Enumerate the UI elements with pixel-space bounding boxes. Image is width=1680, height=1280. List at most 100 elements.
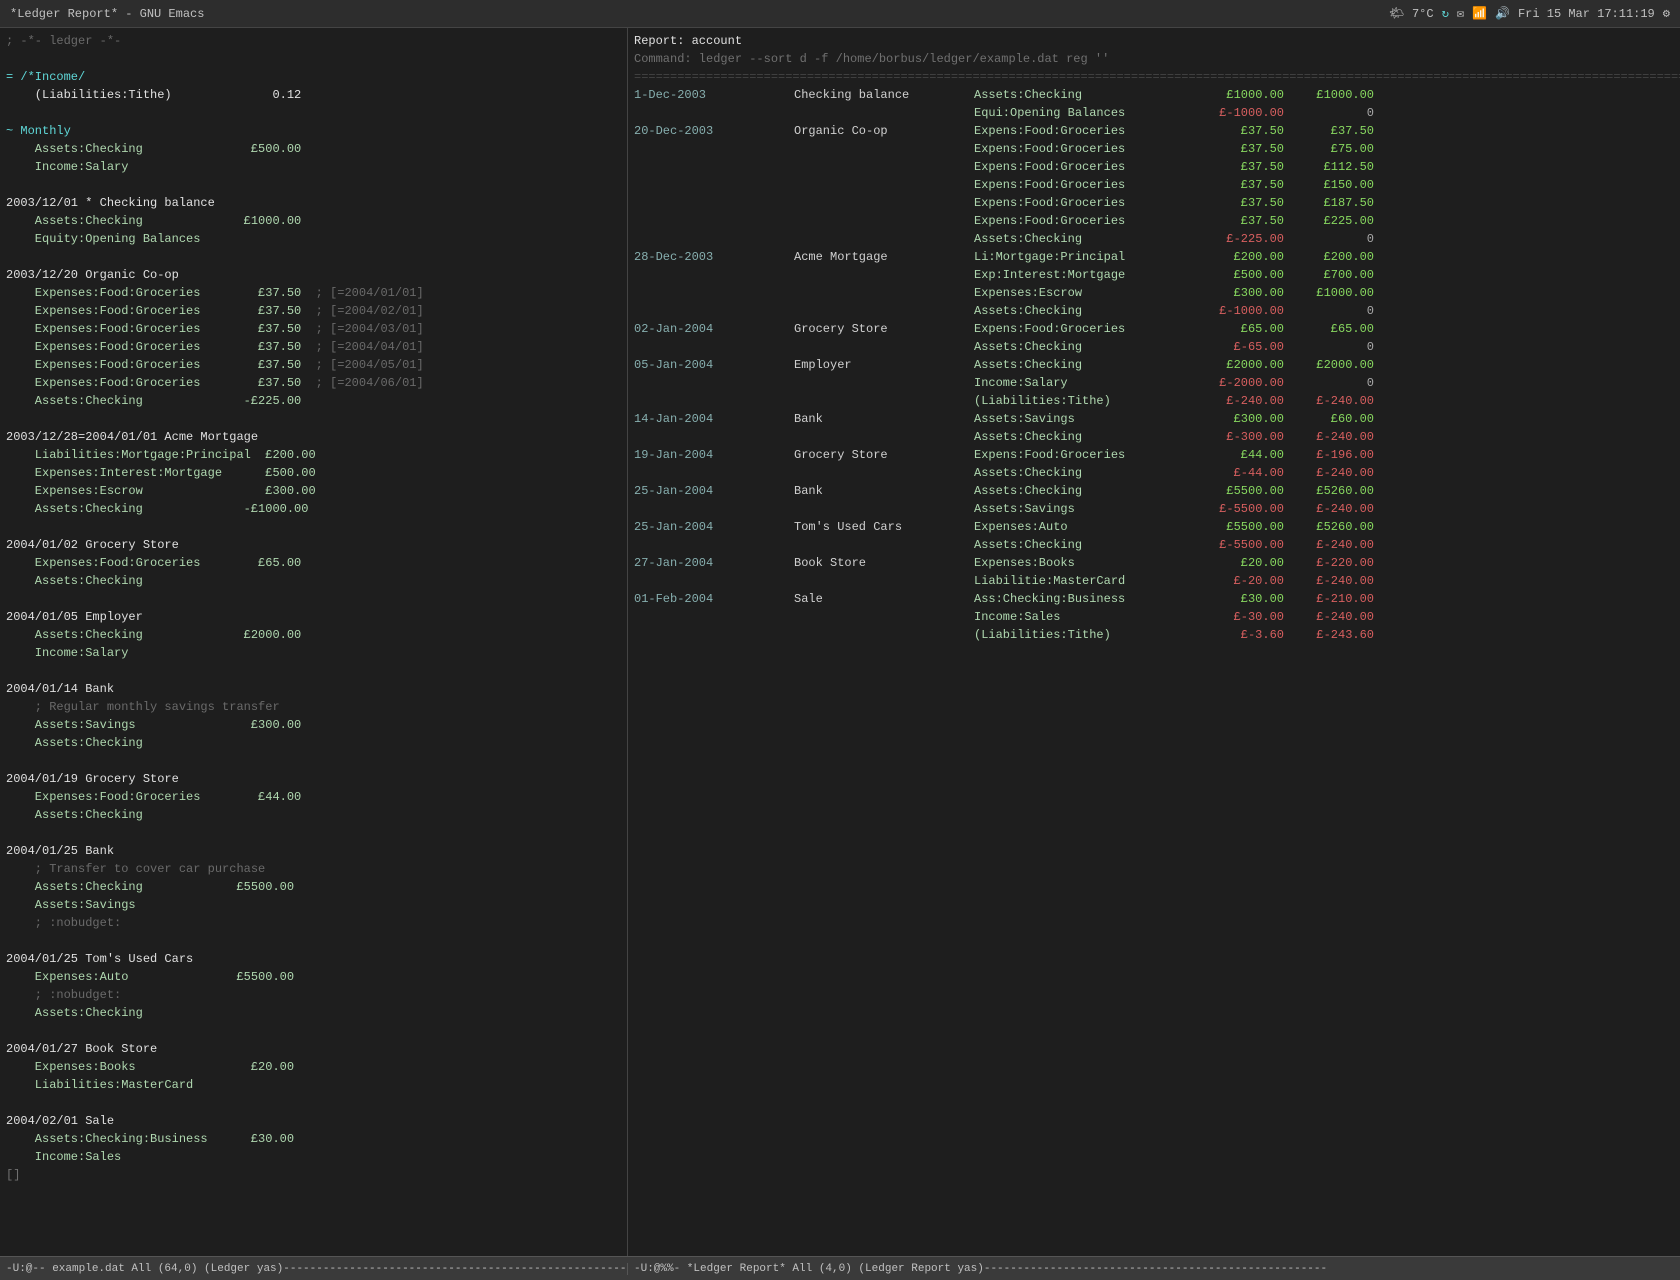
entry-date [634,284,794,302]
entry-amount: £5500.00 [1194,482,1284,500]
entry-balance: £-240.00 [1284,428,1374,446]
entry-balance: £-240.00 [1284,572,1374,590]
left-line: (Liabilities:Tithe) 0.12 [6,86,621,104]
left-line [6,50,621,68]
entry-amount: £-225.00 [1194,230,1284,248]
entry-payee: Bank [794,482,974,500]
entry-amount: £-65.00 [1194,338,1284,356]
left-pane-content: ; -*- ledger -*- = /*Income/ (Liabilitie… [6,32,621,1184]
table-row: Expens:Food:Groceries£37.50£187.50 [634,194,1674,212]
entry-account: Assets:Checking [974,302,1194,320]
entry-amount: £-30.00 [1194,608,1284,626]
left-line: Expenses:Escrow £300.00 [6,482,621,500]
left-line: Assets:Checking [6,734,621,752]
entry-date [634,176,794,194]
entry-account: Expens:Food:Groceries [974,320,1194,338]
entry-balance: £-196.00 [1284,446,1374,464]
entry-payee: Organic Co-op [794,122,974,140]
entry-date: 02-Jan-2004 [634,320,794,338]
entry-balance: £-210.00 [1284,590,1374,608]
table-row: 02-Jan-2004Grocery StoreExpens:Food:Groc… [634,320,1674,338]
entry-payee [794,284,974,302]
entry-balance: £60.00 [1284,410,1374,428]
table-row: Income:Sales£-30.00£-240.00 [634,608,1674,626]
entry-account: Assets:Checking [974,482,1194,500]
entry-amount: £2000.00 [1194,356,1284,374]
entry-date: 27-Jan-2004 [634,554,794,572]
mail-icon: ✉ [1457,6,1464,21]
entry-amount: £-1000.00 [1194,104,1284,122]
left-pane[interactable]: ; -*- ledger -*- = /*Income/ (Liabilitie… [0,28,628,1256]
entry-balance: £1000.00 [1284,284,1374,302]
left-line: ~ Monthly [6,122,621,140]
entry-balance: £112.50 [1284,158,1374,176]
left-line: Expenses:Food:Groceries £37.50 ; [=2004/… [6,374,621,392]
entry-account: Ass:Checking:Business [974,590,1194,608]
entry-account: Expenses:Books [974,554,1194,572]
left-line: Expenses:Food:Groceries £37.50 ; [=2004/… [6,302,621,320]
left-line: Assets:Checking -£1000.00 [6,500,621,518]
table-row: Assets:Checking£-225.000 [634,230,1674,248]
left-line: Expenses:Auto £5500.00 [6,968,621,986]
table-row: Expens:Food:Groceries£37.50£112.50 [634,158,1674,176]
entry-account: (Liabilities:Tithe) [974,392,1194,410]
left-line: 2003/12/28=2004/01/01 Acme Mortgage [6,428,621,446]
left-line: Income:Sales [6,1148,621,1166]
entry-amount: £1000.00 [1194,86,1284,104]
table-row: 28-Dec-2003Acme MortgageLi:Mortgage:Prin… [634,248,1674,266]
entry-amount: £300.00 [1194,284,1284,302]
table-row: 14-Jan-2004BankAssets:Savings£300.00£60.… [634,410,1674,428]
left-line: Assets:Checking -£225.00 [6,392,621,410]
left-line: Assets:Checking £2000.00 [6,626,621,644]
entry-payee: Checking balance [794,86,974,104]
reload-icon: ↻ [1442,6,1449,21]
entry-account: Equi:Opening Balances [974,104,1194,122]
titlebar-right: 🌤 7°C ↻ ✉ 📶 🔊 Fri 15 Mar 17:11:19 ⚙ [1389,6,1670,21]
entry-date [634,500,794,518]
entry-date [634,338,794,356]
entry-amount: £37.50 [1194,176,1284,194]
entry-balance: £37.50 [1284,122,1374,140]
entry-date [634,158,794,176]
table-row: Income:Salary£-2000.000 [634,374,1674,392]
entry-payee: Tom's Used Cars [794,518,974,536]
weather-icon: 🌤 [1389,6,1404,21]
entry-date: 1-Dec-2003 [634,86,794,104]
entry-account: Li:Mortgage:Principal [974,248,1194,266]
table-row: Equi:Opening Balances£-1000.000 [634,104,1674,122]
entry-account: Liabilitie:MasterCard [974,572,1194,590]
entry-account: Expenses:Auto [974,518,1194,536]
entry-amount: £37.50 [1194,194,1284,212]
left-line: Assets:Checking [6,1004,621,1022]
entry-balance: £65.00 [1284,320,1374,338]
entry-account: Expens:Food:Groceries [974,158,1194,176]
entry-balance: £700.00 [1284,266,1374,284]
entry-account: Assets:Savings [974,410,1194,428]
left-line: 2004/01/25 Bank [6,842,621,860]
right-pane-entries: 1-Dec-2003Checking balance Assets:Checkin… [634,86,1674,644]
entry-date [634,212,794,230]
left-line: [] [6,1166,621,1184]
table-row: Expens:Food:Groceries£37.50£225.00 [634,212,1674,230]
table-row: Exp:Interest:Mortgage£500.00£700.00 [634,266,1674,284]
left-line [6,518,621,536]
table-row: Assets:Checking£-5500.00£-240.00 [634,536,1674,554]
entry-payee: Employer [794,356,974,374]
entry-amount: £-1000.00 [1194,302,1284,320]
entry-balance: 0 [1284,230,1374,248]
entry-balance: £150.00 [1284,176,1374,194]
entry-date [634,374,794,392]
left-line: Expenses:Books £20.00 [6,1058,621,1076]
entry-amount: £500.00 [1194,266,1284,284]
left-line [6,824,621,842]
entry-account: Expenses:Escrow [974,284,1194,302]
temperature: 7°C [1412,7,1434,21]
entry-balance: £5260.00 [1284,518,1374,536]
left-line [6,932,621,950]
entry-amount: £300.00 [1194,410,1284,428]
entry-account: Assets:Checking [974,338,1194,356]
entry-balance: £75.00 [1284,140,1374,158]
left-line: 2004/01/02 Grocery Store [6,536,621,554]
right-pane[interactable]: Report: account Command: ledger --sort d… [628,28,1680,1256]
network-icon: 📶 [1472,6,1487,21]
